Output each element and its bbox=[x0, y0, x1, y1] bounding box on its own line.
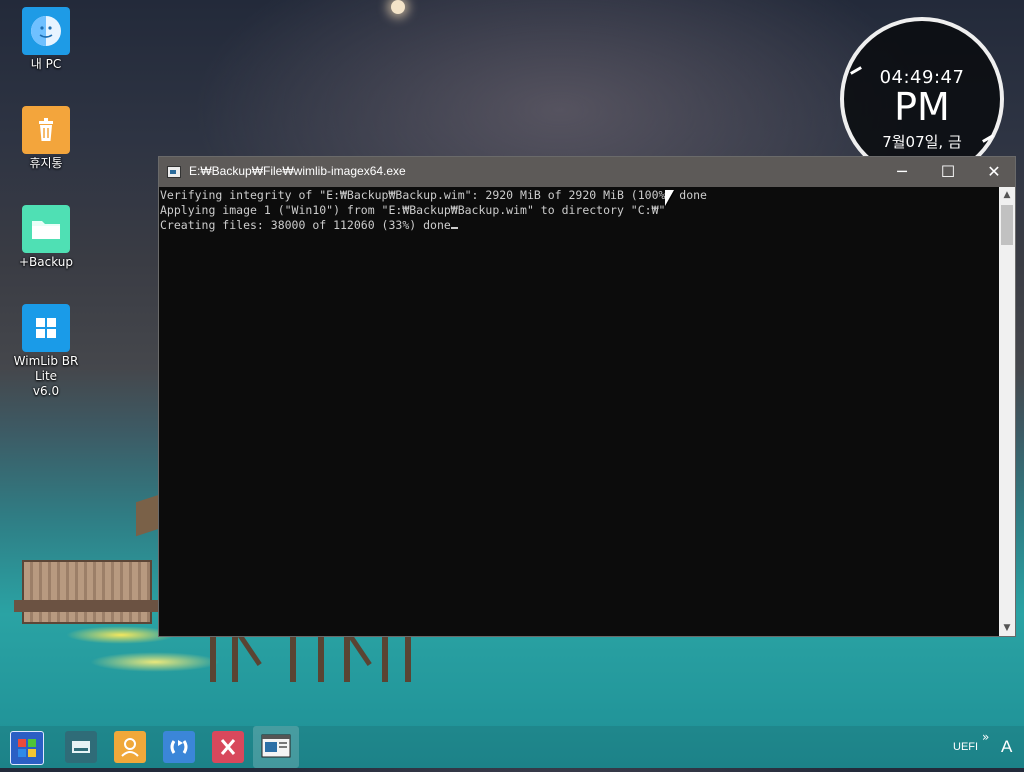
desktop-icon-label: 내 PC bbox=[30, 57, 62, 71]
scroll-down-arrow-icon[interactable]: ▼ bbox=[999, 620, 1015, 636]
taskbar-app-console[interactable] bbox=[253, 726, 299, 768]
desktop-icon-label: WimLib BR Lite v6.0 bbox=[13, 354, 79, 398]
taskbar-app-user[interactable] bbox=[114, 731, 146, 763]
taskbar-app-sync[interactable] bbox=[163, 731, 195, 763]
desktop-icon-label: 휴지통 bbox=[29, 156, 63, 170]
window-title: E:₩Backup₩File₩wimlib-imagex64.exe bbox=[189, 164, 406, 178]
desktop-icon-wimlib[interactable]: WimLib BR Lite v6.0 bbox=[8, 304, 84, 399]
desktop-icon-my-pc[interactable]: 내 PC bbox=[8, 7, 84, 72]
recycle-bin-icon bbox=[22, 106, 70, 154]
light-reflection bbox=[90, 652, 220, 672]
scroll-up-arrow-icon[interactable]: ▲ bbox=[999, 187, 1015, 203]
console-line-with-cursor: Creating files: 38000 of 112060 (33%) do… bbox=[160, 218, 998, 233]
close-button[interactable]: ✕ bbox=[971, 157, 1017, 187]
tray-overflow-chevron-icon[interactable]: » bbox=[982, 730, 989, 744]
vertical-scrollbar[interactable]: ▲ ▼ bbox=[999, 187, 1015, 636]
hut bbox=[22, 560, 152, 624]
desktop-icon-label: +Backup bbox=[18, 255, 74, 269]
tray-uefi-label: UEFI bbox=[953, 741, 979, 753]
pier-post bbox=[290, 636, 296, 682]
clock-ampm: PM bbox=[894, 85, 950, 129]
my-pc-icon bbox=[22, 7, 70, 55]
desktop-icon-backup[interactable]: +Backup bbox=[8, 205, 84, 270]
desktop-icon-recycle-bin[interactable]: 휴지통 bbox=[8, 106, 84, 171]
console-window[interactable]: E:₩Backup₩File₩wimlib-imagex64.exe ─ ☐ ✕… bbox=[158, 156, 1016, 637]
windows-logo-icon bbox=[22, 304, 70, 352]
minimize-button[interactable]: ─ bbox=[879, 157, 925, 187]
clock-date: 7월07일, 금 bbox=[882, 133, 962, 151]
mouse-pointer-icon bbox=[665, 190, 674, 206]
taskbar-app-drive[interactable] bbox=[65, 731, 97, 763]
folder-icon bbox=[22, 205, 70, 253]
console-app-icon[interactable] bbox=[167, 166, 181, 178]
pier-post bbox=[344, 636, 350, 682]
console-line: Verifying integrity of "E:₩Backup₩Backup… bbox=[160, 188, 707, 202]
hut-deck bbox=[14, 600, 162, 612]
moon bbox=[391, 0, 405, 14]
maximize-button[interactable]: ☐ bbox=[925, 157, 971, 187]
pier-post bbox=[382, 636, 388, 682]
ime-indicator[interactable]: A bbox=[1001, 737, 1012, 757]
console-line: Applying image 1 ("Win10") from "E:₩Back… bbox=[160, 203, 666, 218]
taskbar bbox=[0, 726, 1024, 768]
pier-post bbox=[232, 636, 238, 682]
text-cursor bbox=[450, 227, 458, 230]
taskbar-app-x[interactable] bbox=[212, 731, 244, 763]
console-line: Creating files: 38000 of 112060 (33%) do… bbox=[160, 218, 451, 233]
scrollbar-thumb[interactable] bbox=[1001, 205, 1013, 245]
pier-post bbox=[318, 636, 324, 682]
pier-post bbox=[405, 636, 411, 682]
start-button[interactable] bbox=[10, 731, 44, 765]
pier-post bbox=[210, 636, 216, 682]
window-titlebar[interactable]: E:₩Backup₩File₩wimlib-imagex64.exe ─ ☐ ✕ bbox=[159, 157, 1015, 187]
console-output[interactable]: Verifying integrity of "E:₩Backup₩Backup… bbox=[159, 187, 999, 636]
